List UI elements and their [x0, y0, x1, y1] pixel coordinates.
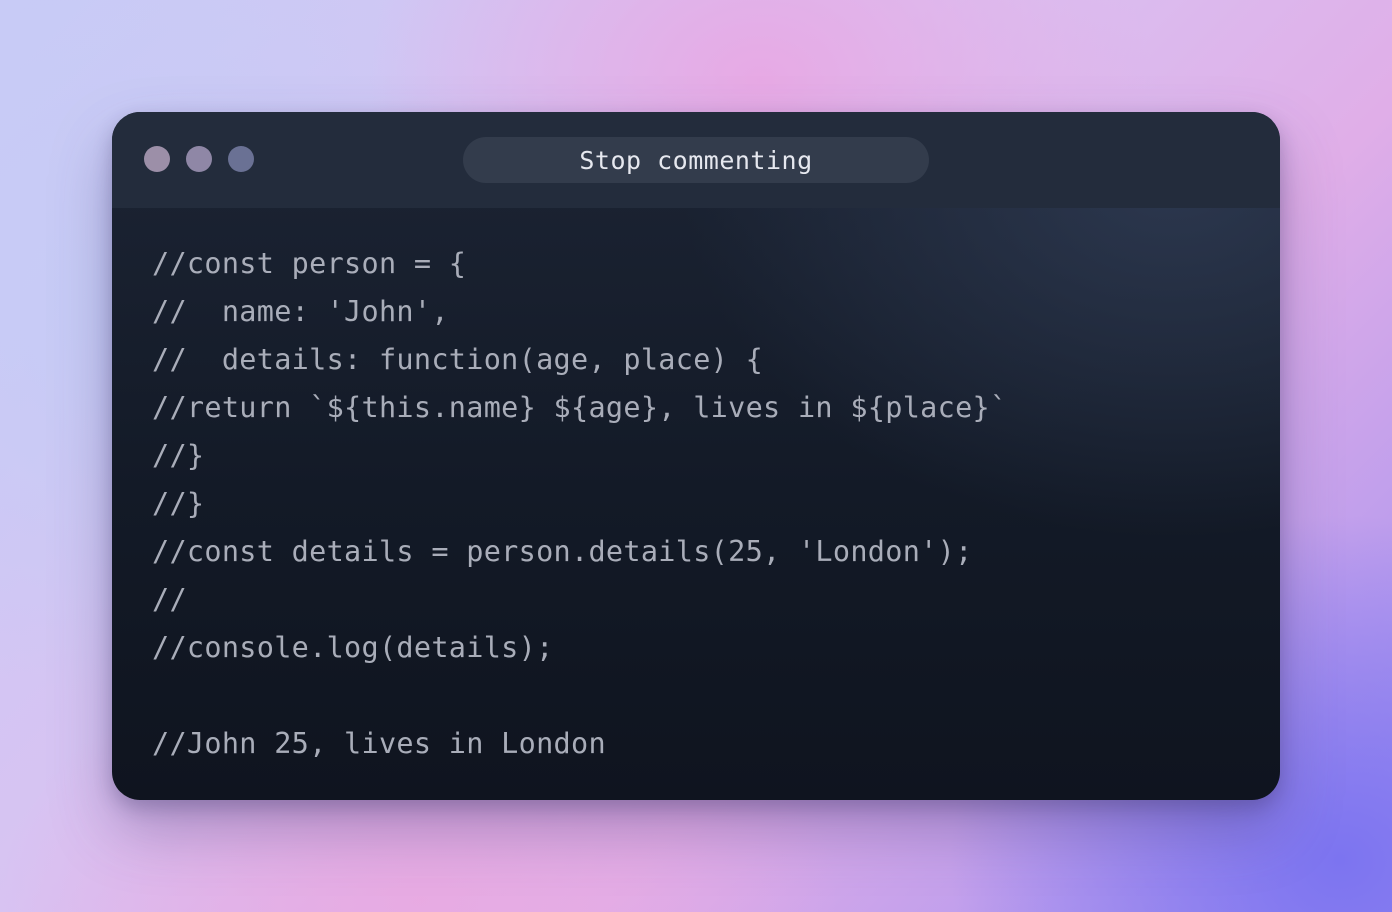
minimize-dot-icon[interactable]: [186, 146, 212, 172]
code-line: // details: function(age, place) {: [152, 343, 764, 376]
code-line: //return `${this.name} ${age}, lives in …: [152, 391, 1008, 424]
window-titlebar: Stop commenting: [112, 112, 1280, 208]
code-block: //const person = { // name: 'John', // d…: [152, 240, 1242, 768]
code-line: //}: [152, 487, 205, 520]
code-line: // name: 'John',: [152, 295, 449, 328]
code-line: //const person = {: [152, 247, 467, 280]
close-dot-icon[interactable]: [144, 146, 170, 172]
window-title-pill: Stop commenting: [463, 137, 929, 183]
zoom-dot-icon[interactable]: [228, 146, 254, 172]
code-line: //: [152, 583, 187, 616]
code-line: //console.log(details);: [152, 631, 554, 664]
window-title: Stop commenting: [579, 145, 813, 175]
code-line: //const details = person.details(25, 'Lo…: [152, 535, 973, 568]
code-line: //}: [152, 439, 205, 472]
code-line: //John 25, lives in London: [152, 727, 606, 760]
code-window: Stop commenting //const person = { // na…: [112, 112, 1280, 800]
code-line-blank: [152, 672, 1242, 720]
